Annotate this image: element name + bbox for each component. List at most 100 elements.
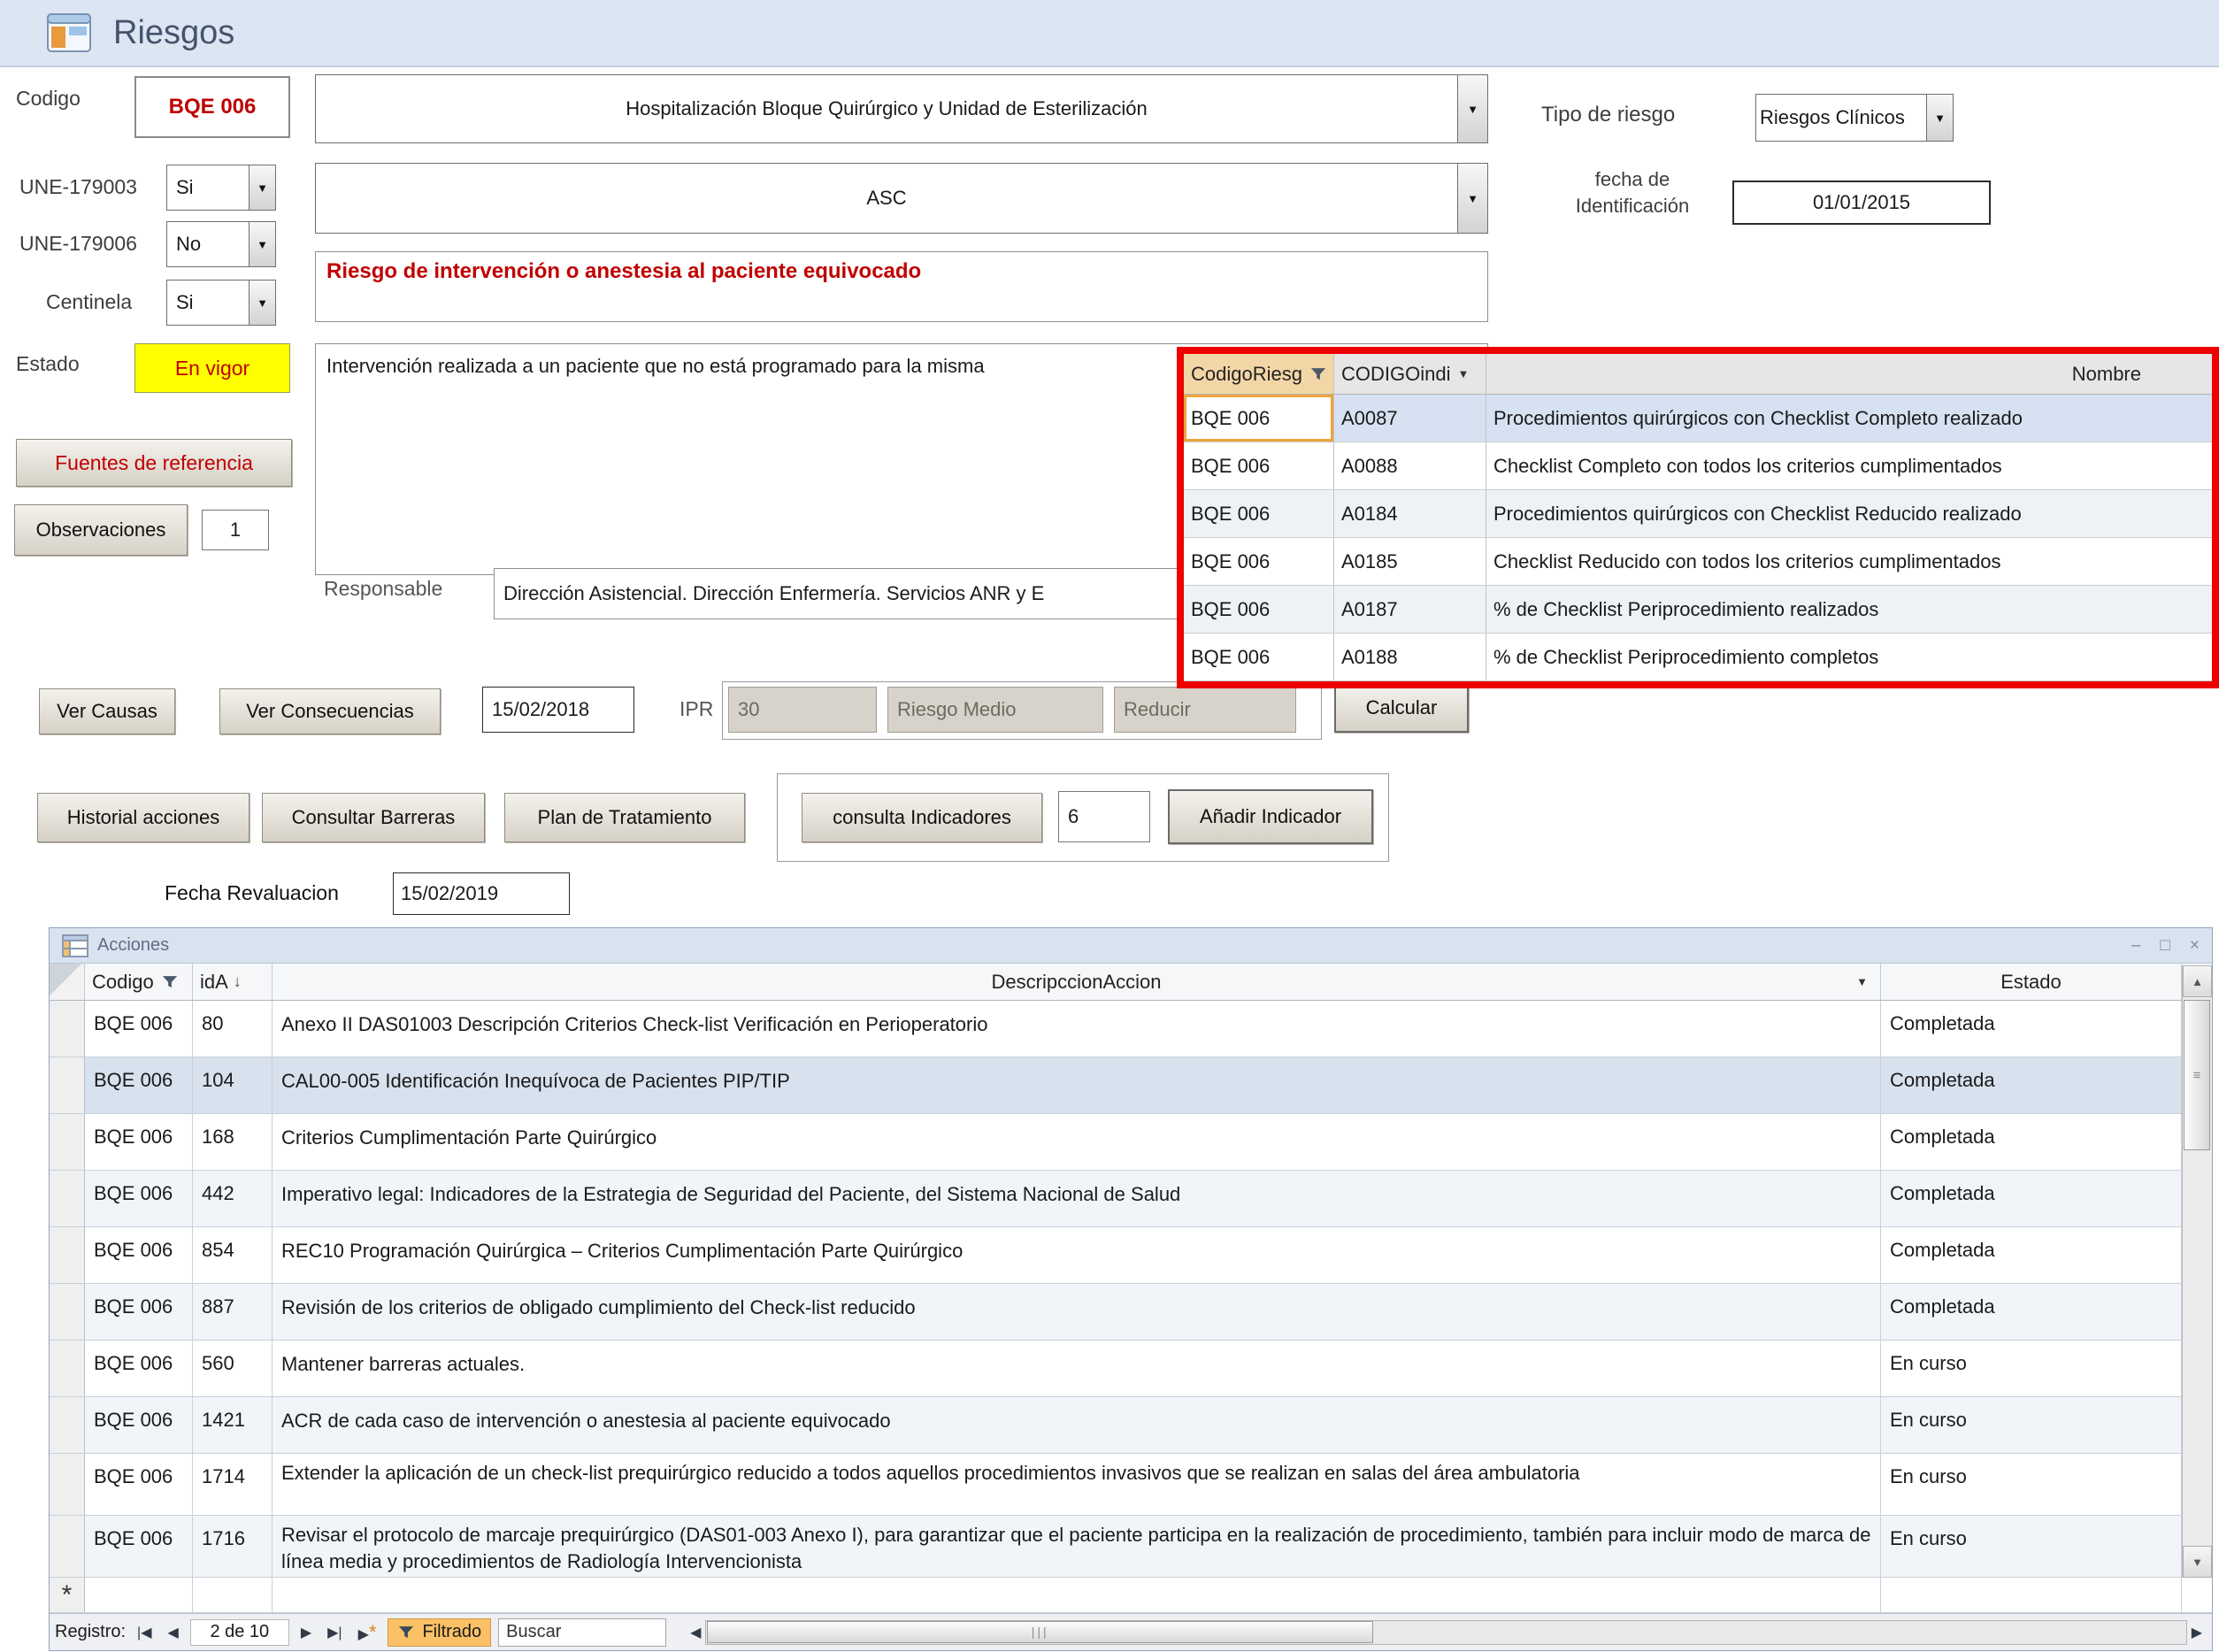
fecha-revaluacion-field[interactable]: 15/02/2019 <box>393 872 570 915</box>
scroll-left-icon[interactable]: ◀ <box>686 1624 705 1641</box>
cell-ida: 168 <box>193 1114 273 1170</box>
table-row[interactable]: BQE 006 1421 ACR de cada caso de interve… <box>50 1397 2212 1454</box>
record-selector[interactable] <box>50 1171 85 1226</box>
fecha-identificacion-label: fecha de Identificación <box>1539 166 1725 219</box>
scroll-up-icon[interactable]: ▲ <box>2183 965 2212 997</box>
column-header-nombre[interactable]: Nombre <box>1486 354 2212 394</box>
record-selector[interactable] <box>50 1001 85 1057</box>
chevron-down-icon[interactable]: ▼ <box>1457 164 1487 233</box>
horizontal-scrollbar-thumb[interactable]: ||| <box>707 1621 1372 1643</box>
empty-cell <box>85 1578 193 1612</box>
column-header-estado[interactable]: Estado <box>1881 964 2182 1000</box>
proceso-combobox[interactable]: Hospitalización Bloque Quirúrgico y Unid… <box>315 74 1488 143</box>
centinela-combobox[interactable]: Si ▼ <box>166 280 276 326</box>
ver-causas-button[interactable]: Ver Causas <box>39 688 175 734</box>
calcular-button[interactable]: Calcular <box>1334 683 1469 733</box>
filtered-indicator[interactable]: Filtrado <box>388 1618 491 1647</box>
anadir-indicador-button[interactable]: Añadir Indicador <box>1168 789 1373 844</box>
cell-indicador: A0187 <box>1334 586 1486 633</box>
centinela-label: Centinela <box>46 290 132 314</box>
table-row[interactable]: BQE 006 104 CAL00-005 Identificación Ine… <box>50 1057 2212 1114</box>
table-row[interactable]: BQE 006 A0188 % de Checklist Periprocedi… <box>1184 634 2212 681</box>
plan-tratamiento-button[interactable]: Plan de Tratamiento <box>504 793 745 842</box>
table-row[interactable]: BQE 006 1716 Revisar el protocolo de mar… <box>50 1516 2212 1578</box>
new-record-row[interactable]: * <box>50 1578 2212 1613</box>
riesgo-nombre-field[interactable]: Riesgo de intervención o anestesia al pa… <box>315 251 1488 322</box>
new-record-button[interactable]: ▶* <box>354 1621 381 1644</box>
table-row[interactable]: BQE 006 854 REC10 Programación Quirúrgic… <box>50 1227 2212 1284</box>
scroll-right-icon[interactable]: ▶ <box>2187 1624 2207 1641</box>
restore-icon[interactable]: □ <box>2160 936 2169 956</box>
codigo-field[interactable]: BQE 006 <box>134 76 290 138</box>
first-record-button[interactable]: |◀ <box>133 1624 156 1641</box>
record-selector[interactable] <box>50 1057 85 1113</box>
une179003-combobox[interactable]: Si ▼ <box>166 165 276 211</box>
chevron-down-icon[interactable]: ▼ <box>1856 975 1868 988</box>
table-row[interactable]: BQE 006 A0185 Checklist Reducido con tod… <box>1184 538 2212 586</box>
scroll-down-icon[interactable]: ▼ <box>2183 1546 2212 1578</box>
last-record-button[interactable]: ▶| <box>323 1624 346 1641</box>
table-row[interactable]: BQE 006 A0187 % de Checklist Periprocedi… <box>1184 586 2212 634</box>
record-selector[interactable] <box>50 1341 85 1396</box>
previous-record-button[interactable]: ◀ <box>164 1624 183 1641</box>
consultar-barreras-button[interactable]: Consultar Barreras <box>262 793 485 842</box>
chevron-down-icon[interactable]: ▼ <box>1926 95 1953 141</box>
table-row[interactable]: BQE 006 A0087 Procedimientos quirúrgicos… <box>1184 395 2212 442</box>
observaciones-count-field[interactable]: 1 <box>202 510 269 550</box>
table-row[interactable]: BQE 006 A0088 Checklist Completo con tod… <box>1184 442 2212 490</box>
vertical-scrollbar-track[interactable]: ≡ <box>2183 997 2212 1546</box>
window-header: Riesgos <box>0 0 2219 67</box>
next-record-button[interactable]: ▶ <box>296 1624 316 1641</box>
search-input[interactable] <box>498 1618 666 1647</box>
record-selector[interactable] <box>50 1454 85 1515</box>
estado-badge[interactable]: En vigor <box>134 343 290 393</box>
record-selector[interactable] <box>50 1516 85 1577</box>
horizontal-scrollbar[interactable]: ◀ ||| ▶ <box>686 1620 2207 1645</box>
fecha-evaluacion-field[interactable]: 15/02/2018 <box>482 687 634 733</box>
vertical-scrollbar[interactable]: ▲ ≡ ▼ <box>2182 965 2212 1578</box>
record-selector-header[interactable] <box>50 964 85 1000</box>
tipo-riesgo-label: Tipo de riesgo <box>1541 103 1675 127</box>
cell-descripcion: CAL00-005 Identificación Inequívoca de P… <box>273 1057 1881 1113</box>
subproceso-combobox[interactable]: ASC ▼ <box>315 163 1488 234</box>
table-row[interactable]: BQE 006 887 Revisión de los criterios de… <box>50 1284 2212 1341</box>
chevron-down-icon[interactable]: ▼ <box>1457 75 1487 142</box>
table-row[interactable]: BQE 006 1714 Extender la aplicación de u… <box>50 1454 2212 1516</box>
minimize-icon[interactable]: – <box>2131 936 2141 956</box>
table-row[interactable]: BQE 006 560 Mantener barreras actuales. … <box>50 1341 2212 1397</box>
consulta-indicadores-button[interactable]: consulta Indicadores <box>802 793 1042 842</box>
chevron-down-icon[interactable]: ▼ <box>249 222 275 266</box>
chevron-down-icon[interactable]: ▼ <box>249 165 275 210</box>
datasheet-icon <box>62 934 88 957</box>
column-header-codigoindi[interactable]: CODIGOindi ▼ <box>1334 354 1486 394</box>
record-position-field[interactable]: 2 de 10 <box>190 1619 289 1646</box>
cell-descripcion: Revisión de los criterios de obligado cu… <box>273 1284 1881 1340</box>
column-header-codigo[interactable]: Codigo <box>85 964 193 1000</box>
ver-consecuencias-button[interactable]: Ver Consecuencias <box>219 688 441 734</box>
record-selector[interactable] <box>50 1397 85 1453</box>
cell-ida: 1714 <box>193 1454 273 1515</box>
fuentes-referencia-button[interactable]: Fuentes de referencia <box>16 439 292 487</box>
num-indicadores-field[interactable]: 6 <box>1058 791 1150 842</box>
close-icon[interactable]: × <box>2190 936 2200 956</box>
table-row[interactable]: BQE 006 168 Criterios Cumplimentación Pa… <box>50 1114 2212 1171</box>
record-selector[interactable] <box>50 1114 85 1170</box>
cell-codigo: BQE 006 <box>85 1227 193 1283</box>
column-header-ida[interactable]: idA ↓ <box>193 964 273 1000</box>
tipo-riesgo-combobox[interactable]: Riesgos Clínicos ▼ <box>1755 94 1954 142</box>
horizontal-scrollbar-track[interactable]: ||| <box>705 1620 2186 1645</box>
table-row[interactable]: BQE 006 80 Anexo II DAS01003 Descripción… <box>50 1001 2212 1057</box>
table-row[interactable]: BQE 006 A0184 Procedimientos quirúrgicos… <box>1184 490 2212 538</box>
new-record-asterisk: * <box>50 1578 85 1612</box>
record-selector[interactable] <box>50 1284 85 1340</box>
historial-acciones-button[interactable]: Historial acciones <box>37 793 250 842</box>
column-header-codigoriesgo[interactable]: CodigoRiesg <box>1184 354 1334 394</box>
record-selector[interactable] <box>50 1227 85 1283</box>
column-header-descripcion[interactable]: DescripccionAccion ▼ <box>273 964 1881 1000</box>
vertical-scrollbar-thumb[interactable]: ≡ <box>2184 1000 2210 1150</box>
observaciones-button[interactable]: Observaciones <box>14 504 188 556</box>
fecha-identificacion-field[interactable]: 01/01/2015 <box>1732 181 1991 225</box>
une179006-combobox[interactable]: No ▼ <box>166 221 276 267</box>
chevron-down-icon[interactable]: ▼ <box>249 280 275 325</box>
table-row[interactable]: BQE 006 442 Imperativo legal: Indicadore… <box>50 1171 2212 1227</box>
